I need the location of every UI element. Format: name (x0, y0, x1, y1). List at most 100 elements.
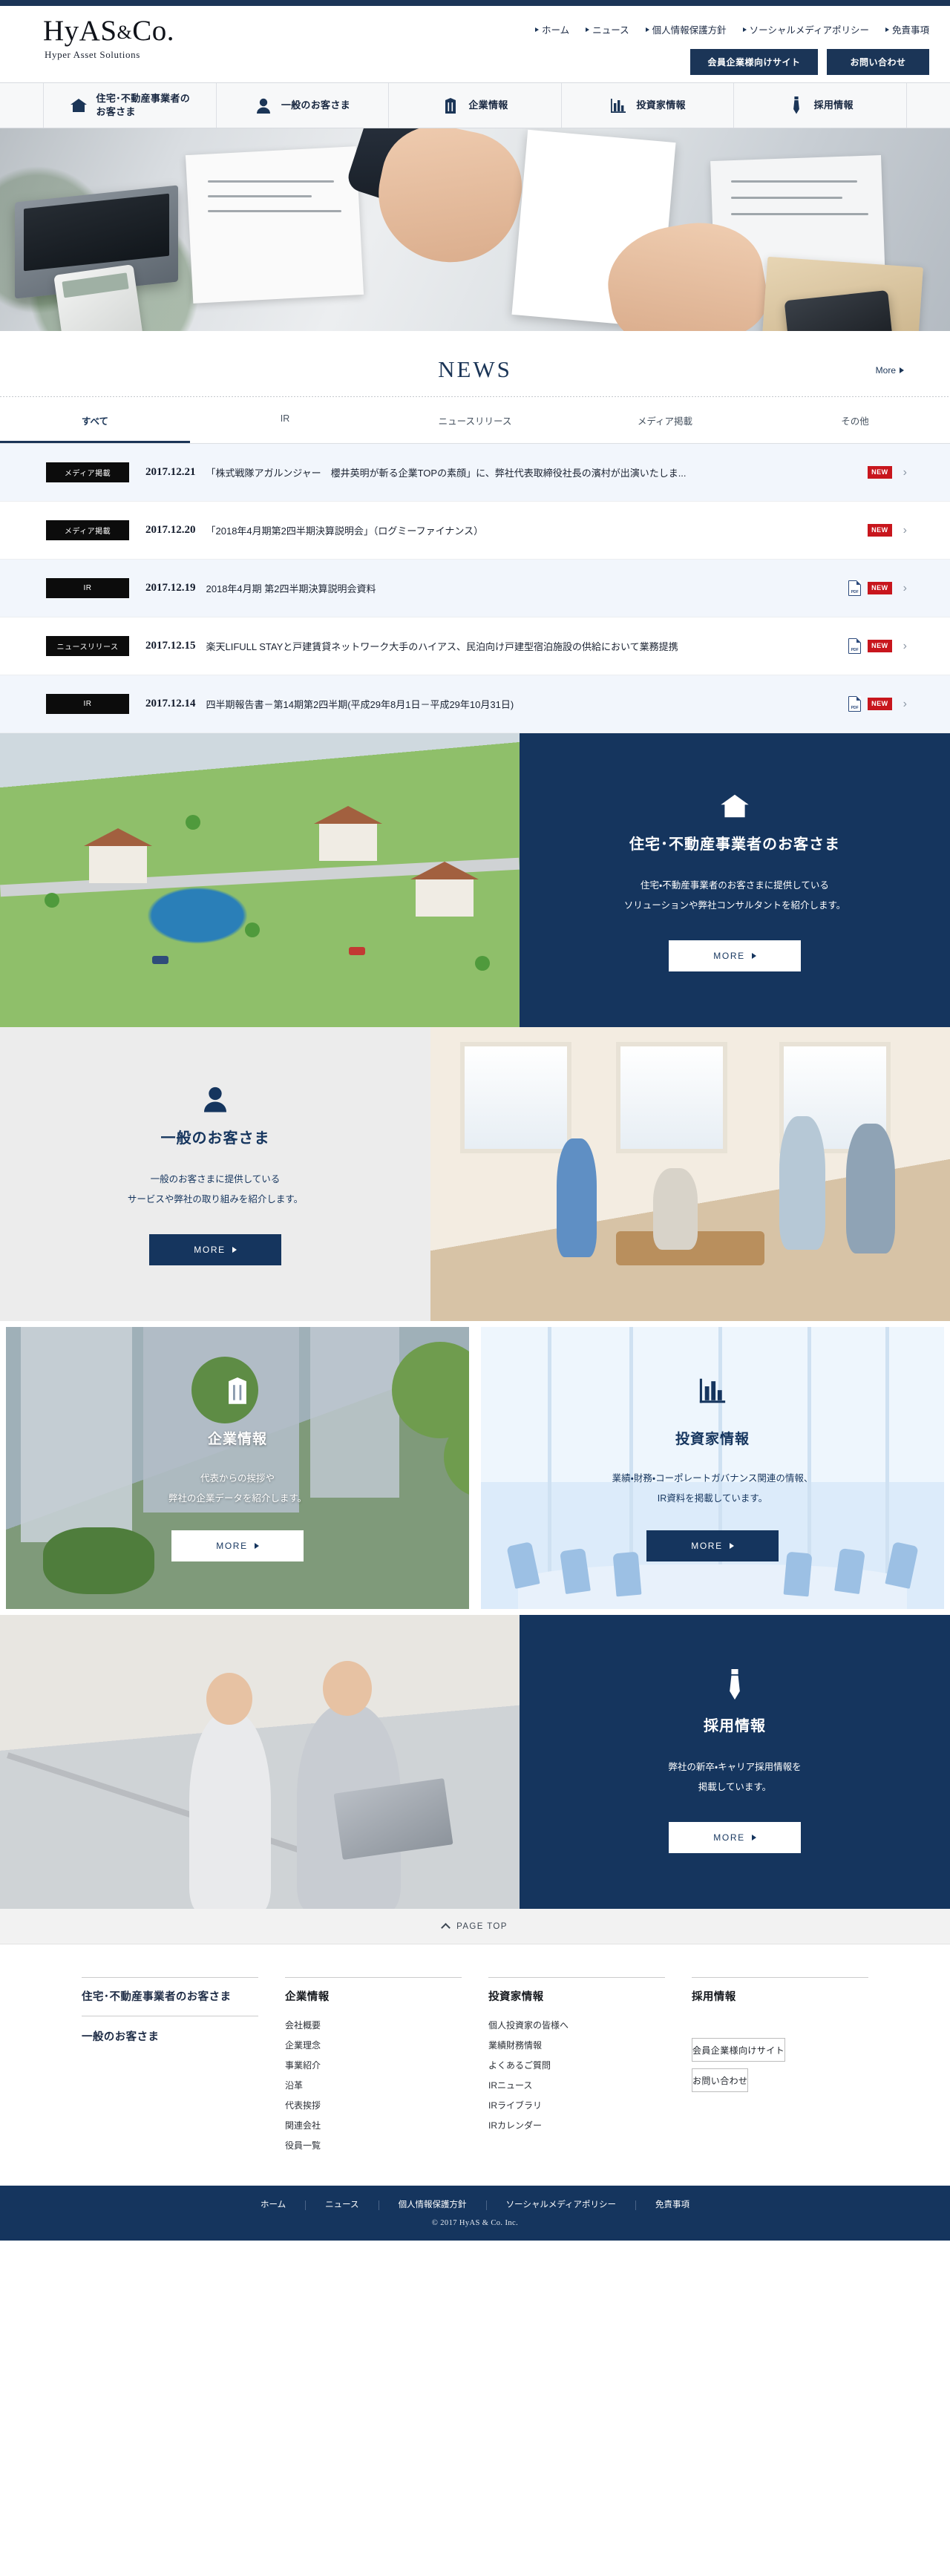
utility-nav-item-social-media-policy[interactable]: ソーシャルメディアポリシー (742, 22, 869, 36)
footer-column-corporate: 企業情報 会社概要 企業理念 事業紹介 沿革 代表挨拶 関連会社 役員一覧 (285, 1977, 462, 2156)
promo-more-button[interactable]: MORE (669, 1821, 801, 1853)
footer-heading-housing-business[interactable]: 住宅･不動産事業者のお客さま (82, 1988, 258, 2004)
footer-heading-general-customer[interactable]: 一般のお客さま (82, 2016, 258, 2044)
member-site-button[interactable]: 会員企業様向けサイト (690, 49, 818, 75)
news-category-badge: ニュースリリース (46, 636, 129, 656)
utility-nav-item-news[interactable]: ニュース (586, 22, 629, 36)
nav-item-investor-info[interactable]: 投資家情報 (561, 83, 735, 128)
site-logo[interactable]: HyAS&Co. Hyper Asset Solutions (43, 16, 174, 61)
promo-general-customer: 一般のお客さま 一般のお客さまに提供している サービスや弊社の取り組みを紹介しま… (0, 1027, 950, 1321)
footer-link-executives[interactable]: 役員一覧 (285, 2136, 462, 2156)
footer-member-site-button[interactable]: 会員企業様向けサイト (692, 2038, 786, 2062)
pdf-icon (848, 580, 862, 596)
promo-more-label: MORE (194, 1244, 226, 1255)
nav-item-recruit-info[interactable]: 採用情報 (734, 83, 907, 128)
news-row[interactable]: IR 2017.12.19 2018年4月期 第2四半期決算説明会資料 NEW … (0, 560, 950, 617)
footer-link-individual-investors[interactable]: 個人投資家の皆様へ (488, 2016, 665, 2036)
news-category-badge: IR (46, 578, 129, 598)
utility-nav-label: 免責事項 (891, 25, 929, 36)
nav-item-housing-business[interactable]: 住宅･不動産事業者の お客さま (43, 83, 217, 128)
nav-item-label: 企業情報 (468, 99, 508, 111)
promo-corporate-card[interactable]: 企業情報 代表からの挨拶や 弊社の企業データを紹介します。 MORE (0, 1321, 475, 1615)
news-list: メディア掲載 2017.12.21 「株式戦隊アガルンジャー 櫻井英明が斬る企業… (0, 444, 950, 733)
house-icon (719, 789, 750, 819)
page-top-button[interactable]: PAGE TOP (0, 1909, 950, 1944)
promo-heading: 投資家情報 (675, 1432, 750, 1448)
chevron-right-icon (729, 1542, 734, 1549)
house-icon (70, 96, 88, 115)
laptop-held (333, 1778, 453, 1860)
promo-body: 一般のお客さまに提供している サービスや弊社の取り組みを紹介します。 (128, 1170, 303, 1209)
new-badge: NEW (868, 524, 892, 537)
promo-investor-card[interactable]: 投資家情報 業績・財務・コーポレートガバナンス関連の情報、 IR資料を掲載してい… (475, 1321, 950, 1615)
footer-heading-corporate: 企業情報 (285, 1991, 330, 2003)
hero-calculator (53, 264, 145, 331)
news-tab-all[interactable]: すべて (0, 397, 190, 443)
footer-link-business[interactable]: 事業紹介 (285, 2056, 462, 2076)
news-row[interactable]: IR 2017.12.14 四半期報告書－第14期第2四半期(平成29年8月1日… (0, 675, 950, 733)
nav-item-corporate-info[interactable]: 企業情報 (389, 83, 562, 128)
footer-contact-button[interactable]: お問い合わせ (692, 2068, 749, 2092)
news-tab-press-release[interactable]: ニュースリリース (380, 397, 570, 443)
promo-more-button[interactable]: MORE (669, 940, 801, 971)
footer-bottom-link-home[interactable]: ホーム (241, 2200, 307, 2210)
news-row[interactable]: ニュースリリース 2017.12.15 楽天LIFULL STAYと戸建賃貸ネッ… (0, 617, 950, 675)
footer-column-recruit: 採用情報 会員企業様向けサイト お問い合わせ (692, 1977, 868, 2156)
utility-nav: ホーム ニュース 個人情報保護方針 ソーシャルメディアポリシー 免責事項 (535, 22, 929, 36)
footer-bottom-link-privacy[interactable]: 個人情報保護方針 (379, 2200, 487, 2210)
news-tab-media[interactable]: メディア掲載 (570, 397, 760, 443)
news-title: 「株式戦隊アガルンジャー 櫻井英明が斬る企業TOPの素顔」に、弊社代表取締役社長… (206, 468, 687, 479)
footer-link-ir-calendar[interactable]: IRカレンダー (488, 2116, 665, 2136)
footer-heading-investor: 投資家情報 (488, 1991, 544, 2003)
model-car (349, 947, 365, 955)
meeting-chair (885, 1541, 919, 1589)
news-title: 四半期報告書－第14期第2四半期(平成29年8月1日－平成29年10月31日) (206, 699, 514, 710)
promo-heading: 採用情報 (704, 1718, 766, 1735)
footer-link-ceo-message[interactable]: 代表挨拶 (285, 2096, 462, 2116)
promo-heading: 住宅･不動産事業者のお客さま (629, 836, 840, 853)
footer-link-philosophy[interactable]: 企業理念 (285, 2036, 462, 2056)
nav-item-general-customer[interactable]: 一般のお客さま (216, 83, 390, 128)
footer-bottom-link-news[interactable]: ニュース (306, 2200, 379, 2210)
building-hedge (43, 1527, 154, 1594)
promo-heading: 企業情報 (207, 1432, 267, 1448)
news-tab-ir[interactable]: IR (190, 397, 380, 443)
footer-link-affiliates[interactable]: 関連会社 (285, 2116, 462, 2136)
footer-link-financial-results[interactable]: 業績財務情報 (488, 2036, 665, 2056)
logo-part1: HyAS (43, 15, 117, 47)
footer-link-company-profile[interactable]: 会社概要 (285, 2016, 462, 2036)
news-row[interactable]: メディア掲載 2017.12.20 「2018年4月期第2四半期決算説明会」（ロ… (0, 502, 950, 560)
building-icon (225, 1374, 250, 1404)
model-house (89, 845, 147, 883)
utility-nav-item-privacy[interactable]: 個人情報保護方針 (645, 22, 727, 36)
hero-doc-line (208, 210, 341, 212)
nav-label-line1: 住宅･不動産事業者の (96, 93, 191, 105)
news-row-icons: NEW › (868, 524, 907, 537)
promo-investor-content: 投資家情報 業績・財務・コーポレートガバナンス関連の情報、 IR資料を掲載してい… (612, 1374, 813, 1561)
footer-link-faq[interactable]: よくあるご質問 (488, 2056, 665, 2076)
utility-nav-item-disclaimer[interactable]: 免責事項 (885, 22, 929, 36)
news-more-link[interactable]: More (876, 365, 904, 376)
news-tab-other[interactable]: その他 (760, 397, 950, 443)
living-window (460, 1042, 571, 1153)
promo-more-button[interactable]: MORE (171, 1530, 304, 1561)
living-window (616, 1042, 727, 1153)
footer-link-history[interactable]: 沿革 (285, 2076, 462, 2096)
promo-more-button[interactable]: MORE (646, 1530, 779, 1561)
promo-more-button[interactable]: MORE (149, 1233, 281, 1265)
promo-body-line1: 住宅・不動産事業者のお客さまに提供している (641, 880, 829, 891)
footer-bottom-link-social-media-policy[interactable]: ソーシャルメディアポリシー (487, 2200, 637, 2210)
promo-body-line2: サービスや弊社の取り組みを紹介します。 (127, 1193, 304, 1205)
architectural-model-photo (0, 733, 520, 1027)
footer-bottom-link-disclaimer[interactable]: 免責事項 (636, 2200, 709, 2210)
news-row[interactable]: メディア掲載 2017.12.21 「株式戦隊アガルンジャー 櫻井英明が斬る企業… (0, 444, 950, 502)
new-badge: NEW (868, 698, 892, 710)
hero-doc-line (731, 213, 868, 215)
footer-link-ir-library[interactable]: IRライブラリ (488, 2096, 665, 2116)
footer-buttons: 会員企業様向けサイト お問い合わせ (692, 2038, 868, 2092)
contact-button[interactable]: お問い合わせ (827, 49, 929, 75)
logo-part2: Co. (132, 15, 175, 47)
promo-recruit: 採用情報 弊社の新卒・キャリア採用情報を 掲載しています。 MORE (0, 1615, 950, 1909)
footer-link-ir-news[interactable]: IRニュース (488, 2076, 665, 2096)
utility-nav-item-home[interactable]: ホーム (535, 22, 569, 36)
